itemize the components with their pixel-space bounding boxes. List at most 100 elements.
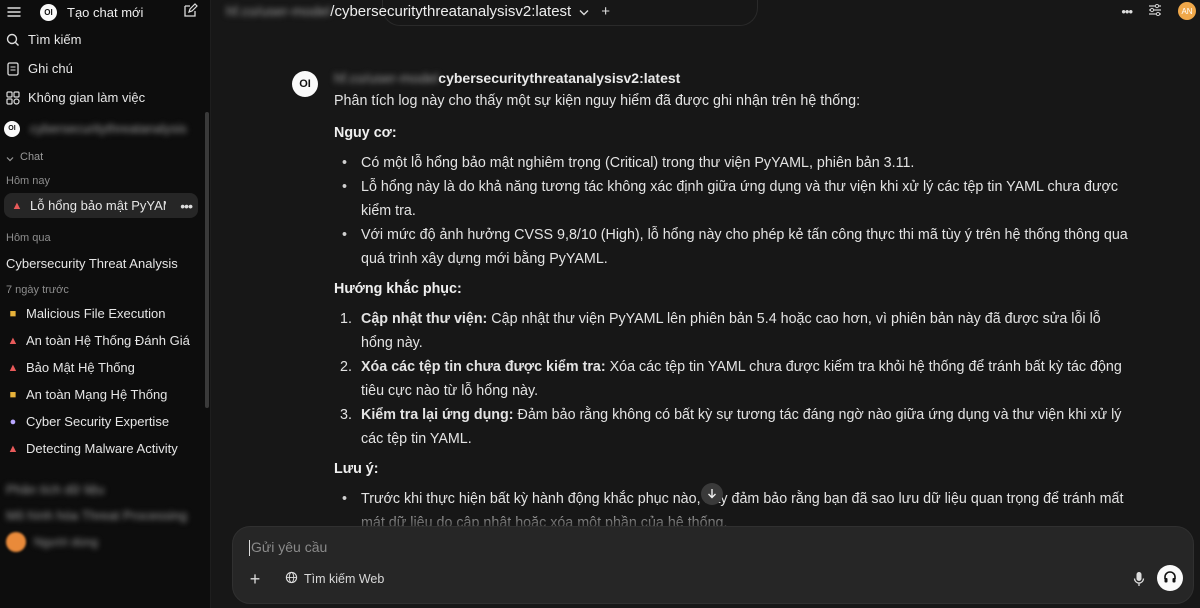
- active-chat-label: Lỗ hổng bảo mật PyYAML: [30, 198, 166, 213]
- compose-icon[interactable]: [182, 3, 198, 22]
- microphone-icon[interactable]: [1133, 571, 1145, 590]
- chat-item[interactable]: Phân tích dữ liệu: [0, 476, 210, 502]
- model-avatar-icon: OI: [292, 71, 318, 97]
- notes-icon: [4, 60, 22, 78]
- chat-folder-toggle[interactable]: Chat: [0, 143, 210, 171]
- fix-list: 1. Cập nhật thư viện: Cập nhật thư viện P…: [340, 307, 1132, 451]
- chevron-down-icon: [6, 149, 14, 165]
- list-number: 3.: [340, 407, 352, 423]
- alarm-emoji-icon: ▲: [11, 199, 23, 212]
- message-model-title: hf.co/user-modelcybersecuritythreatanaly…: [334, 68, 1132, 88]
- chat-item[interactable]: Cybersecurity Threat Analysis: [0, 248, 210, 278]
- chat-item[interactable]: ▲ Detecting Malware Activity: [0, 435, 210, 462]
- risk-heading: Nguy cơ:: [334, 125, 397, 141]
- blurred-section: Phân tích dữ liệu Mô hình hóa Threat Pro…: [0, 476, 210, 528]
- chat-item[interactable]: ● Cyber Security Expertise: [0, 408, 210, 435]
- chat-item[interactable]: Mô hình hóa Threat Processing: [0, 502, 210, 528]
- note-heading: Lưu ý:: [334, 461, 379, 477]
- fix-heading: Hướng khắc phục:: [334, 281, 462, 297]
- message-input-box[interactable]: Gửi yêu cầu + Tìm kiếm Web: [232, 526, 1194, 604]
- scroll-down-button[interactable]: [701, 483, 723, 505]
- controls-icon[interactable]: [1148, 3, 1162, 19]
- plus-icon[interactable]: +: [245, 569, 265, 590]
- sidebar-header: OI Tạo chat mới: [0, 0, 210, 24]
- arrow-down-icon: [707, 486, 717, 502]
- model-prefix: hf.co/user-model: [334, 70, 439, 86]
- week-chat-list: ■ Malicious File Execution ▲ An toàn Hệ Th…: [0, 300, 210, 462]
- add-model-icon[interactable]: +: [601, 3, 610, 20]
- message-input[interactable]: Gửi yêu cầu: [249, 539, 328, 557]
- list-item: 1. Cập nhật thư viện: Cập nhật thư viện P…: [340, 307, 1132, 355]
- search-label: Tìm kiếm: [28, 32, 82, 47]
- notes-label: Ghi chú: [28, 61, 73, 76]
- model-name-label: /cybersecuritythreatanalysisv2:latest: [330, 2, 572, 20]
- workspace-label: Không gian làm việc: [28, 90, 146, 105]
- section-yesterday: Hôm qua: [6, 232, 51, 244]
- list-item: 2. Xóa các tệp tin chưa được kiểm tra: Xó…: [340, 355, 1132, 403]
- more-icon[interactable]: •••: [1121, 4, 1133, 19]
- chat-item[interactable]: ▲ An toàn Hệ Thống Đánh Giá: [0, 327, 210, 354]
- list-number: 2.: [340, 359, 352, 375]
- new-chat-button[interactable]: OI Tạo chat mới: [40, 3, 144, 21]
- input-placeholder: Gửi yêu cầu: [251, 539, 328, 555]
- chat-item-label: Detecting Malware Activity: [26, 441, 178, 456]
- web-search-label: Tìm kiếm Web: [304, 572, 385, 586]
- chat-item-label: An toàn Hệ Thống Đánh Giá: [26, 333, 190, 348]
- fix-title: Cập nhật thư viện:: [361, 311, 488, 327]
- menu-icon[interactable]: [6, 4, 22, 20]
- chat-item-label: Malicious File Execution: [26, 306, 166, 321]
- alarm-emoji-icon: ▲: [7, 442, 19, 455]
- sidebar-model-name: cybersecuritythreatanalysis: [30, 121, 187, 136]
- chat-item-label: Phân tích dữ liệu: [6, 481, 105, 497]
- headphones-icon: [1163, 570, 1177, 587]
- sidebar-scrollbar[interactable]: [205, 112, 209, 408]
- chat-header: hf.co/user-model /cybersecuritythreatana…: [212, 0, 1200, 22]
- sidebar-workspace[interactable]: Không gian làm việc: [0, 83, 210, 112]
- model-selector[interactable]: hf.co/user-model /cybersecuritythreatana…: [226, 3, 610, 20]
- user-avatar[interactable]: AN: [1178, 2, 1196, 20]
- avatar: [6, 532, 26, 552]
- list-item: Có một lỗ hổng bảo mật nghiêm trọng (Cri…: [342, 151, 1132, 175]
- openwebui-logo-icon: OI: [40, 3, 57, 21]
- fix-title: Kiểm tra lại ứng dụng:: [361, 407, 514, 423]
- chevron-down-icon: [579, 3, 589, 20]
- sidebar-search[interactable]: Tìm kiếm: [0, 25, 210, 54]
- section-week: 7 ngày trước: [6, 284, 69, 296]
- alarm-emoji-icon: ▲: [7, 361, 19, 374]
- list-item: Lỗ hổng này là do khả năng tương tác khô…: [342, 175, 1132, 223]
- chat-folder-label: Chat: [20, 151, 44, 163]
- risk-list: Có một lỗ hổng bảo mật nghiêm trọng (Cri…: [342, 151, 1132, 271]
- globe-icon: [285, 571, 298, 587]
- sidebar: OI Tạo chat mới Tìm kiếm Ghi chú Không g…: [0, 0, 211, 608]
- text-caret: [249, 540, 250, 557]
- list-item: 3. Kiểm tra lại ứng dụng: Đảm bảo rằng kh…: [340, 403, 1132, 451]
- chat-item-label: An toàn Mạng Hệ Thống: [26, 387, 168, 402]
- chat-item[interactable]: ■ An toàn Mạng Hệ Thống: [0, 381, 210, 408]
- user-name: Người dùng: [34, 535, 98, 549]
- list-number: 1.: [340, 311, 352, 327]
- chat-item-label: Bảo Mật Hệ Thống: [26, 360, 135, 375]
- input-tools: + Tìm kiếm Web: [245, 567, 390, 591]
- web-search-toggle[interactable]: Tìm kiếm Web: [279, 567, 390, 591]
- section-today: Hôm nay: [6, 175, 51, 187]
- more-options-icon[interactable]: •••: [180, 198, 193, 214]
- voice-mode-button[interactable]: [1157, 565, 1183, 591]
- search-icon: [4, 31, 22, 49]
- user-profile[interactable]: Người dùng: [0, 528, 210, 556]
- lock-emoji-icon: ■: [9, 388, 17, 401]
- sidebar-model[interactable]: OI cybersecuritythreatanalysis: [0, 114, 210, 143]
- new-chat-label: Tạo chat mới: [67, 4, 144, 20]
- assistant-message: OI hf.co/user-modelcybersecuritythreatan…: [292, 68, 1132, 535]
- chat-item-label: Cyber Security Expertise: [26, 414, 170, 429]
- robot-emoji-icon: ●: [9, 415, 17, 428]
- sidebar-notes[interactable]: Ghi chú: [0, 54, 210, 83]
- header-actions: ••• AN: [1121, 0, 1200, 22]
- model-title: cybersecuritythreatanalysisv2:latest: [438, 70, 681, 86]
- chat-item[interactable]: ■ Malicious File Execution: [0, 300, 210, 327]
- alarm-emoji-icon: ▲: [7, 334, 19, 347]
- chat-item-active[interactable]: ▲ Lỗ hổng bảo mật PyYAML •••: [4, 193, 198, 218]
- message-intro: Phân tích log này cho thấy một sự kiện n…: [334, 93, 861, 109]
- model-avatar-icon: OI: [4, 120, 20, 137]
- lock-emoji-icon: ■: [9, 307, 17, 320]
- chat-item[interactable]: ▲ Bảo Mật Hệ Thống: [0, 354, 210, 381]
